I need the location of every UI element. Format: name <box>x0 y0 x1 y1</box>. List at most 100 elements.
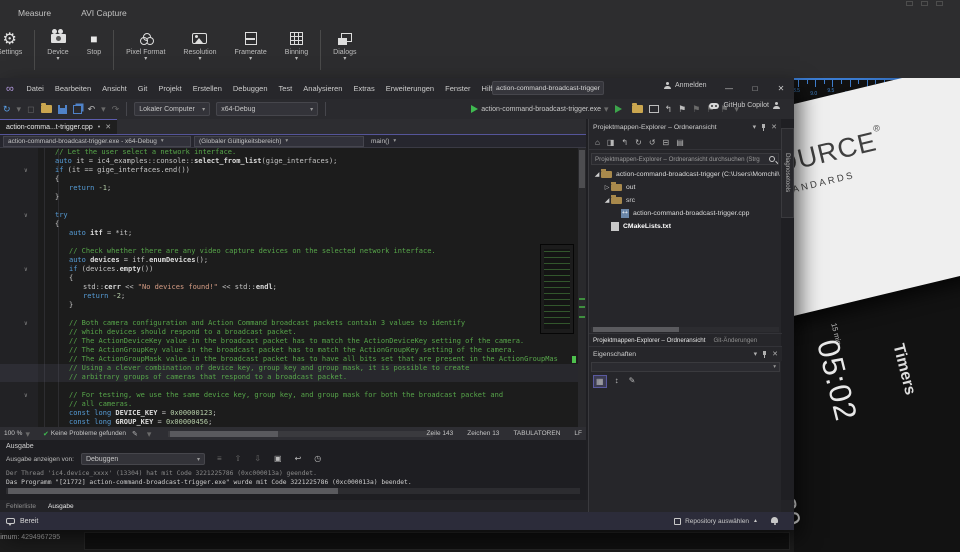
capture-tool-device[interactable]: Device▾ <box>38 28 77 64</box>
prev-bookmark-icon[interactable]: ⚑ <box>692 104 700 114</box>
scrollbar-thumb[interactable] <box>579 150 585 188</box>
tree-expander-icon[interactable]: ◢ <box>603 197 611 204</box>
run-without-debug-icon[interactable] <box>615 105 622 113</box>
next-message-icon[interactable]: ⇩ <box>254 454 261 464</box>
menu-analysieren[interactable]: Analysieren <box>298 84 348 93</box>
nav-project-dropdown[interactable]: action-command-broadcast-trigger.exe - x… <box>3 136 191 147</box>
fold-chevron-icon[interactable]: ∨ <box>24 319 28 328</box>
capture-tool-settings[interactable]: Settings <box>0 28 31 58</box>
solution-explorer-search[interactable]: Projektmappen-Explorer – Ordneransicht d… <box>591 153 779 165</box>
bookmark-icon[interactable]: ⚑ <box>678 104 686 114</box>
stop-debug-icon[interactable]: ◻ <box>27 104 34 114</box>
capture-tool-dialogs[interactable]: Dialogs▾ <box>324 28 365 64</box>
property-pages-icon[interactable]: ✎ <box>627 375 638 388</box>
capture-tool-pixel-format[interactable]: Pixel Format▾ <box>117 28 174 64</box>
menu-bearbeiten[interactable]: Bearbeiten <box>49 84 96 93</box>
explorer-tab-0[interactable]: Projektmappen-Explorer – Ordneransicht <box>593 337 705 344</box>
menu-datei[interactable]: Datei <box>21 84 50 93</box>
chevron-down-icon[interactable]: ▾ <box>754 350 758 358</box>
save-all-icon[interactable] <box>73 105 82 114</box>
save-icon[interactable] <box>58 105 67 114</box>
show-all-files-icon[interactable]: ▤ <box>676 138 684 147</box>
char-indicator[interactable]: Zeichen 13 <box>467 430 499 437</box>
minimize-button[interactable]: — <box>716 84 742 93</box>
tree-horizontal-scrollbar[interactable] <box>591 327 779 332</box>
app-window-controls[interactable] <box>906 1 943 6</box>
line-ending-indicator[interactable]: LF <box>574 430 582 437</box>
fold-chevron-icon[interactable]: ∨ <box>24 166 28 175</box>
debug-caret-icon[interactable]: ▾ <box>17 104 22 114</box>
panel-tab-fehlerliste[interactable]: Fehlerliste <box>6 503 36 510</box>
tabs-indicator[interactable]: TABULATOREN <box>513 430 560 437</box>
menu-projekt[interactable]: Projekt <box>153 84 187 93</box>
capture-tool-framerate[interactable]: Framerate▾ <box>225 28 275 64</box>
sync-with-active-icon[interactable]: ↻ <box>635 138 642 147</box>
switch-views-icon[interactable]: ◨ <box>607 138 615 147</box>
title-search-box[interactable]: action-command-broadcast-trigger <box>492 81 604 95</box>
open-folder-icon[interactable] <box>41 105 52 113</box>
fold-chevron-icon[interactable]: ∨ <box>24 265 28 274</box>
output-log[interactable]: Der Thread 'ic4.device_xxxx' (13304) hat… <box>6 469 586 487</box>
redo-icon[interactable]: ↷ <box>112 104 120 114</box>
editor-vertical-scrollbar[interactable] <box>578 148 586 427</box>
menu-fenster[interactable]: Fenster <box>440 84 476 93</box>
new-window-icon[interactable] <box>649 105 659 113</box>
scrollbar-thumb[interactable] <box>170 431 278 437</box>
categorized-icon[interactable]: ▦ <box>593 375 607 388</box>
prev-message-icon[interactable]: ⇧ <box>235 454 242 464</box>
collapse-all-icon[interactable]: ⊟ <box>663 138 670 147</box>
alphabetical-icon[interactable]: ↕ <box>613 375 621 388</box>
tree-item[interactable]: CMakeLists.txt <box>589 220 781 233</box>
capture-tab-avi-capture[interactable]: AVI Capture <box>77 6 131 20</box>
pin-icon[interactable] <box>762 124 765 131</box>
tree-expander-icon[interactable]: ◢ <box>593 171 601 178</box>
home-icon[interactable]: ⌂ <box>595 138 600 147</box>
tree-item[interactable]: action-command-broadcast-trigger.cpp <box>589 207 781 220</box>
explorer-tab-1[interactable]: Git-Änderungen <box>713 337 757 344</box>
close-icon[interactable]: ✕ <box>771 123 777 131</box>
open-icon[interactable] <box>632 105 643 113</box>
capture-tool-resolution[interactable]: Resolution▾ <box>174 28 225 64</box>
fold-chevron-icon[interactable]: ∨ <box>24 391 28 400</box>
undo-caret-icon[interactable]: ▾ <box>101 104 106 114</box>
pin-icon[interactable] <box>763 351 766 358</box>
capture-tool-stop[interactable]: Stop <box>78 28 110 58</box>
pending-changes-icon[interactable]: ↰ <box>621 138 628 147</box>
background-input-field[interactable] <box>84 532 790 550</box>
menu-extras[interactable]: Extras <box>348 84 380 93</box>
messages-icon[interactable]: ≡ <box>217 454 222 464</box>
debug-target-dropdown[interactable]: Lokaler Computer ▾ <box>134 102 210 116</box>
word-wrap-icon[interactable]: ↩ <box>295 454 302 464</box>
select-repository-button[interactable]: Repository auswählen ▲ <box>674 518 758 525</box>
window-control-icon[interactable] <box>906 1 913 6</box>
chevron-down-icon[interactable]: ▾ <box>604 104 609 114</box>
menu-git[interactable]: Git <box>132 84 153 93</box>
properties-object-dropdown[interactable]: ▾ <box>591 362 780 372</box>
refresh-icon[interactable]: ↺ <box>649 138 656 147</box>
nav-member-dropdown[interactable]: main() ▾ <box>367 136 400 147</box>
close-icon[interactable]: ✕ <box>772 350 778 358</box>
navigate-back-icon[interactable]: ↰ <box>665 104 673 114</box>
clear-all-icon[interactable]: ▣ <box>274 454 282 464</box>
problems-status[interactable]: Keine Probleme gefunden <box>51 430 126 437</box>
scrollbar-thumb[interactable] <box>8 488 338 494</box>
diagnostics-tool-tab[interactable]: Diagnosetools <box>781 128 794 218</box>
menu-test[interactable]: Test <box>273 84 298 93</box>
menu-erweiterungen[interactable]: Erweiterungen <box>380 84 439 93</box>
tree-item[interactable]: ◢src <box>589 194 781 207</box>
scrollbar-thumb[interactable] <box>593 327 679 332</box>
tab-close-icon[interactable]: ✕ <box>105 123 111 131</box>
feedback-icon[interactable] <box>6 518 15 524</box>
chevron-down-icon[interactable]: ▾ <box>147 429 152 439</box>
capture-tab-measure[interactable]: Measure <box>14 6 55 20</box>
panel-tab-ausgabe[interactable]: Ausgabe <box>48 503 74 510</box>
window-control-icon[interactable] <box>921 1 928 6</box>
undo-icon[interactable]: ↶ <box>88 104 96 114</box>
output-source-dropdown[interactable]: Debuggen ▾ <box>81 453 205 465</box>
start-debug-icon[interactable]: ↻ <box>3 104 11 114</box>
tree-item[interactable]: ▷out <box>589 181 781 194</box>
close-button[interactable]: ✕ <box>768 84 794 93</box>
tree-expander-icon[interactable]: ▷ <box>603 184 611 191</box>
tree-item[interactable]: ◢action-command-broadcast-trigger (C:\Us… <box>589 168 781 181</box>
editor-tab-active[interactable]: action-comma...t-trigger.cpp • ✕ <box>0 119 117 134</box>
